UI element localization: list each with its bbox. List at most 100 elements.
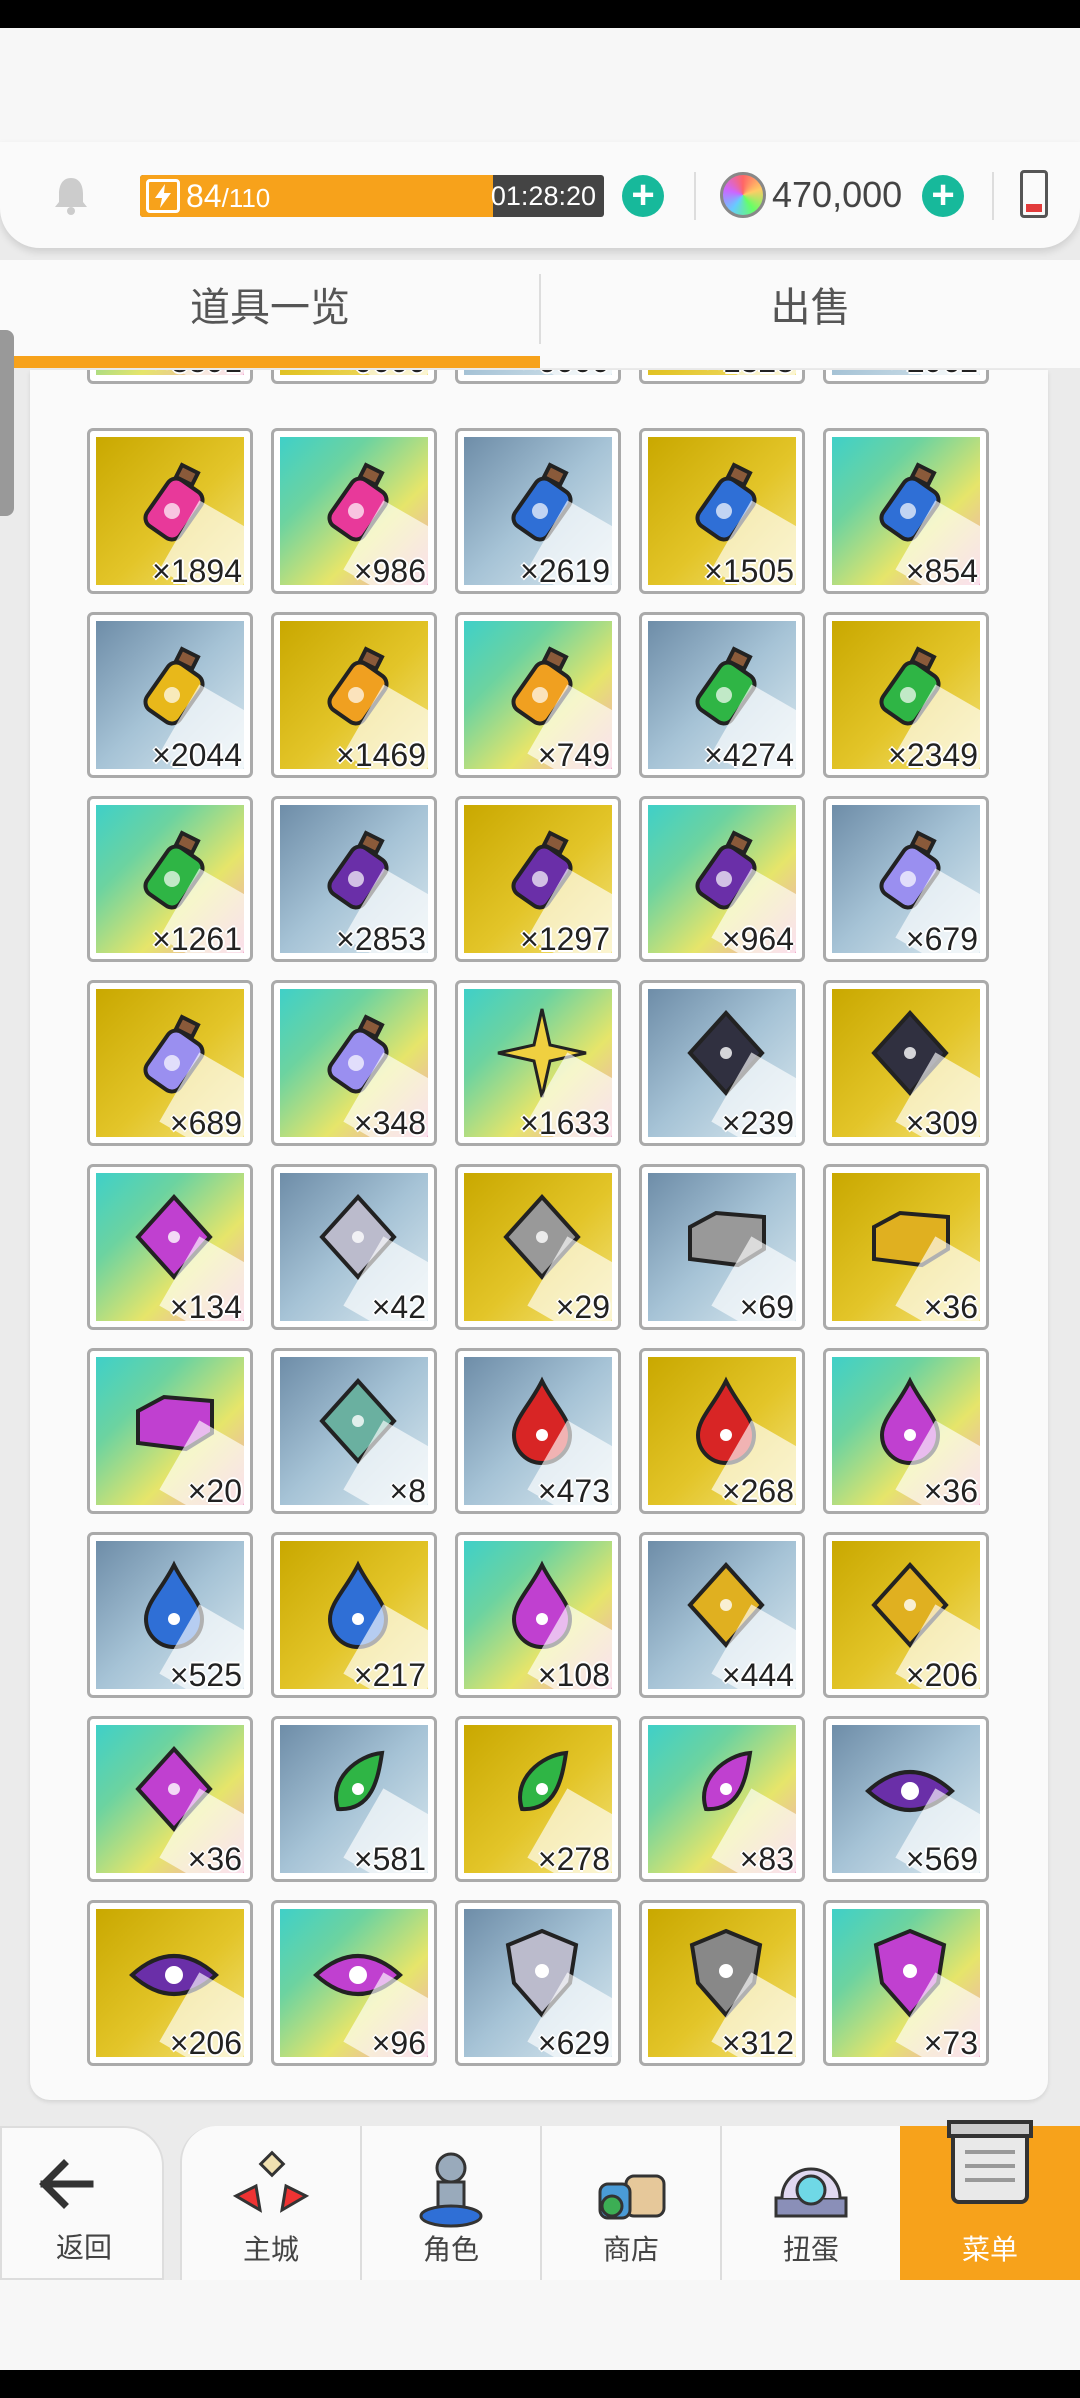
- item-slot[interactable]: ×749: [455, 612, 621, 778]
- item-slot[interactable]: ×1297: [455, 796, 621, 962]
- bell-icon[interactable]: [48, 172, 94, 218]
- item-slot[interactable]: ×1469: [271, 612, 437, 778]
- item-slot[interactable]: ×73: [823, 1900, 989, 2066]
- item-count: ×679: [905, 921, 978, 957]
- item-count: ×581: [353, 1841, 426, 1877]
- item-slot[interactable]: ×312: [639, 1900, 805, 2066]
- item-count: ×309: [905, 1105, 978, 1141]
- item-slot[interactable]: ×278: [455, 1716, 621, 1882]
- nav-castle-label: 主城: [242, 2234, 299, 2265]
- battery-icon: [1020, 170, 1048, 218]
- item-count: ×4274: [704, 737, 794, 773]
- nav-gacha[interactable]: 扭蛋: [720, 2126, 900, 2280]
- item-slot[interactable]: ×96: [271, 1900, 437, 2066]
- gem-icon: [720, 172, 766, 218]
- item-slot[interactable]: ×444: [639, 1532, 805, 1698]
- item-slot[interactable]: ×1505: [639, 428, 805, 594]
- divider: [694, 172, 696, 220]
- item-slot[interactable]: ×1633: [455, 980, 621, 1146]
- item-slot[interactable]: ×134: [87, 1164, 253, 1330]
- item-slot[interactable]: ×525: [87, 1532, 253, 1698]
- item-count: ×2044: [152, 737, 242, 773]
- item-count: ×1328: [704, 370, 794, 379]
- item-slot[interactable]: ×309: [823, 980, 989, 1146]
- item-count: ×854: [905, 553, 978, 589]
- item-count: ×1505: [704, 553, 794, 589]
- item-count: ×2619: [520, 553, 610, 589]
- item-count: ×206: [169, 2025, 242, 2061]
- item-slot[interactable]: ×239: [639, 980, 805, 1146]
- item-count: ×1894: [152, 553, 242, 589]
- item-slot[interactable]: ×9999: [455, 370, 621, 384]
- item-count: ×134: [169, 1289, 242, 1325]
- item-count: ×473: [537, 1473, 610, 1509]
- nav-menu[interactable]: 菜单: [900, 2120, 1080, 2280]
- item-slot[interactable]: ×69: [639, 1164, 805, 1330]
- divider: [992, 172, 994, 220]
- item-count: ×278: [537, 1841, 610, 1877]
- item-slot[interactable]: ×348: [271, 980, 437, 1146]
- tab-item-list[interactable]: 道具一览: [0, 260, 540, 368]
- item-slot[interactable]: ×4274: [639, 612, 805, 778]
- item-count: ×348: [353, 1105, 426, 1141]
- item-slot[interactable]: ×2044: [87, 612, 253, 778]
- shop-icon: [598, 2174, 666, 2220]
- item-slot[interactable]: ×83: [639, 1716, 805, 1882]
- item-slot[interactable]: ×679: [823, 796, 989, 962]
- side-drawer-handle[interactable]: [0, 330, 14, 516]
- tab-sell[interactable]: 出售: [541, 260, 1080, 368]
- stamina-value: 84/110: [186, 177, 270, 217]
- item-slot[interactable]: ×9000: [271, 370, 437, 384]
- item-slot[interactable]: ×986: [271, 428, 437, 594]
- navigation-bar: [0, 2370, 1080, 2398]
- add-gems-button[interactable]: +: [922, 175, 964, 217]
- item-count: ×20: [187, 1473, 242, 1509]
- item-count: ×2349: [888, 737, 978, 773]
- item-slot[interactable]: ×1261: [87, 796, 253, 962]
- item-slot[interactable]: ×206: [823, 1532, 989, 1698]
- item-slot[interactable]: ×854: [823, 428, 989, 594]
- item-slot[interactable]: ×8891: [87, 370, 253, 384]
- item-count: ×629: [537, 2025, 610, 2061]
- item-count: ×986: [353, 553, 426, 589]
- item-slot[interactable]: ×268: [639, 1348, 805, 1514]
- item-slot[interactable]: ×8: [271, 1348, 437, 1514]
- nav-gacha-label: 扭蛋: [782, 2234, 839, 2265]
- item-slot[interactable]: ×42: [271, 1164, 437, 1330]
- item-slot[interactable]: ×473: [455, 1348, 621, 1514]
- item-slot[interactable]: ×206: [87, 1900, 253, 2066]
- item-slot[interactable]: ×108: [455, 1532, 621, 1698]
- status-bar: [0, 0, 1080, 28]
- item-grid: ×1894 ×986 ×2619 ×1505 ×854 ×2044 ×1469 ×749 ×42…: [87, 428, 1047, 2066]
- item-slot[interactable]: ×20: [87, 1348, 253, 1514]
- back-label: 返回: [55, 2232, 112, 2263]
- item-slot[interactable]: ×1328: [639, 370, 805, 384]
- item-count: ×1261: [152, 921, 242, 957]
- nav-character[interactable]: 角色: [360, 2126, 540, 2280]
- item-slot[interactable]: ×964: [639, 796, 805, 962]
- item-slot[interactable]: ×36: [823, 1164, 989, 1330]
- active-tab-indicator: [0, 356, 540, 368]
- item-count: ×9000: [336, 370, 426, 379]
- resource-header: 84/110 01:28:20 + 470,000 +: [0, 142, 1080, 248]
- item-slot[interactable]: ×2619: [455, 428, 621, 594]
- item-slot[interactable]: ×36: [823, 1348, 989, 1514]
- item-slot[interactable]: ×1894: [87, 428, 253, 594]
- nav-castle[interactable]: 主城: [180, 2126, 360, 2280]
- back-button[interactable]: 返回: [0, 2126, 164, 2280]
- item-slot[interactable]: ×2962: [823, 370, 989, 384]
- item-count: ×8: [389, 1473, 426, 1509]
- add-stamina-button[interactable]: +: [622, 175, 664, 217]
- item-slot[interactable]: ×689: [87, 980, 253, 1146]
- item-slot[interactable]: ×217: [271, 1532, 437, 1698]
- item-slot[interactable]: ×36: [87, 1716, 253, 1882]
- item-count: ×36: [923, 1289, 978, 1325]
- item-slot[interactable]: ×629: [455, 1900, 621, 2066]
- item-slot[interactable]: ×581: [271, 1716, 437, 1882]
- top-spacer: [0, 28, 1080, 148]
- nav-shop[interactable]: 商店: [540, 2126, 720, 2280]
- item-slot[interactable]: ×569: [823, 1716, 989, 1882]
- item-slot[interactable]: ×29: [455, 1164, 621, 1330]
- item-slot[interactable]: ×2853: [271, 796, 437, 962]
- item-slot[interactable]: ×2349: [823, 612, 989, 778]
